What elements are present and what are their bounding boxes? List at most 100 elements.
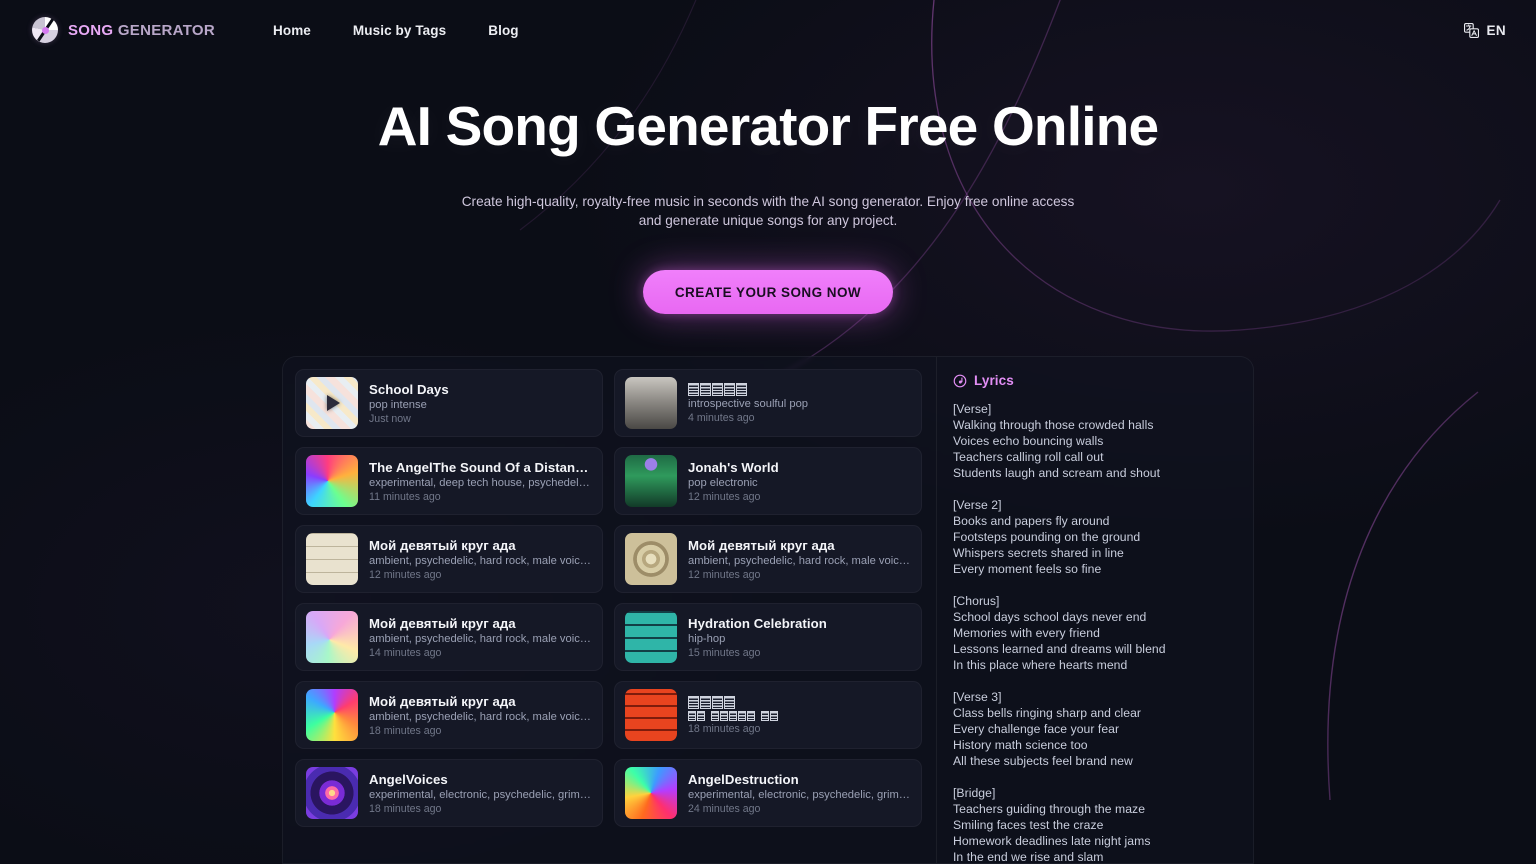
song-meta: School Days pop intense Just now [369,382,592,425]
play-icon [327,395,340,411]
song-title: AngelDestruction [688,771,799,787]
song-genre: introspective soulful pop [688,397,809,410]
song-meta: Мой девятый круг ада ambient, psychedelic… [369,616,592,659]
disc-note-icon [953,374,967,387]
song-card[interactable]: School Days pop intense Just now [295,369,603,437]
lyrics-heading: Lyrics [974,373,1014,388]
song-title: School Days [369,381,449,397]
song-timestamp: 12 minutes ago [688,568,761,581]
song-card[interactable]: Мой девятый круг ада ambient, psychedelic… [614,525,922,593]
missing-glyph-box [711,710,719,721]
song-card[interactable]: Hydration Celebration hip-hop 15 minutes a… [614,603,922,671]
song-card[interactable]: AngelDestruction experimental, electronic… [614,759,922,827]
song-thumbnail [306,611,358,663]
song-timestamp: 4 minutes ago [688,411,755,424]
song-title: Мой девятый круг ада [369,537,516,553]
song-meta: The AngelThe Sound Of a Distant… experime… [369,460,592,503]
song-thumbnail [306,455,358,507]
song-card[interactable]: The AngelThe Sound Of a Distant… experime… [295,447,603,515]
missing-glyph-box [720,710,728,721]
missing-glyph-box [770,710,778,721]
missing-glyph-box [697,710,705,721]
page-root: SONG GENERATOR Home Music by Tags Blog E… [0,0,1536,864]
song-genre: ambient, psychedelic, hard rock, male vo… [369,554,592,567]
song-thumbnail [625,455,677,507]
song-genre: pop electronic [688,476,758,489]
song-timestamp: 12 minutes ago [369,568,442,581]
song-genre [688,710,911,721]
song-card[interactable]: AngelVoices experimental, electronic, psy… [295,759,603,827]
song-card[interactable]: 18 minutes ago [614,681,922,749]
song-genre: experimental, electronic, psychedelic, g… [688,788,911,801]
song-meta: AngelDestruction experimental, electronic… [688,772,911,815]
missing-glyph-box [747,710,755,721]
song-title: The AngelThe Sound Of a Distant… [369,459,592,475]
song-timestamp: 12 minutes ago [688,490,761,503]
song-timestamp: 14 minutes ago [369,646,442,659]
missing-glyph-box [729,710,737,721]
song-thumbnail [625,767,677,819]
nav-item-music-by-tags[interactable]: Music by Tags [353,23,446,38]
lyrics-header: Lyrics [953,373,1237,388]
song-card[interactable]: Мой девятый круг ада ambient, psychedelic… [295,525,603,593]
language-selector[interactable]: EN [1464,23,1506,38]
missing-glyph-box [724,382,735,396]
missing-glyph-box [712,695,723,709]
hero-section: AI Song Generator Free Online Create hig… [0,60,1536,315]
song-card[interactable]: Мой девятый круг ада ambient, psychedelic… [295,603,603,671]
play-button-overlay[interactable] [306,377,358,429]
song-thumbnail [625,377,677,429]
song-genre: experimental, deep tech house, psychedel… [369,476,592,489]
nav-item-blog[interactable]: Blog [488,23,518,38]
song-thumbnail [625,533,677,585]
song-card[interactable]: Мой девятый круг ада ambient, psychedelic… [295,681,603,749]
song-thumbnail [625,611,677,663]
hero-subtitle: Create high-quality, royalty-free music … [461,193,1075,229]
song-genre: experimental, electronic, psychedelic, g… [369,788,592,801]
cta-wrapper: CREATE YOUR SONG NOW [0,270,1536,315]
songs-panel: School Days pop intense Just now The AngelT… [282,356,1254,864]
nav-item-home[interactable]: Home [273,23,311,38]
lyrics-panel: Lyrics [Verse] Walking through those cro… [937,357,1253,863]
song-timestamp: 18 minutes ago [369,724,442,737]
song-thumbnail [306,533,358,585]
brand-primary: SONG [68,21,114,39]
song-meta: Мой девятый круг ада ambient, psychedelic… [369,538,592,581]
missing-glyph-box [724,695,735,709]
song-meta: 18 minutes ago [688,695,911,735]
song-column-left: School Days pop intense Just now The AngelT… [295,369,603,863]
song-meta: Мой девятый круг ада ambient, psychedelic… [369,694,592,737]
missing-glyph-run [688,695,911,709]
song-timestamp: Just now [369,412,411,425]
song-thumbnail [625,689,677,741]
song-list: School Days pop intense Just now The AngelT… [283,357,937,863]
song-title: Мой девятый круг ада [369,615,516,631]
song-timestamp: 18 minutes ago [688,722,761,735]
song-title: Hydration Celebration [688,615,827,631]
song-thumbnail [306,689,358,741]
missing-glyph-run [688,710,911,721]
song-card[interactable]: introspective soulful pop 4 minutes ago [614,369,922,437]
nav-links: Home Music by Tags Blog [273,23,519,38]
page-title: AI Song Generator Free Online [377,95,1159,157]
missing-glyph-box [700,695,711,709]
create-song-button[interactable]: CREATE YOUR SONG NOW [642,270,894,315]
lyrics-text: [Verse] Walking through those crowded ha… [953,402,1166,863]
song-card[interactable]: Jonah's World pop electronic 12 minutes ag… [614,447,922,515]
song-meta: Jonah's World pop electronic 12 minutes ag… [688,460,911,503]
song-meta: introspective soulful pop 4 minutes ago [688,382,911,424]
song-timestamp: 24 minutes ago [688,802,761,815]
brand-wordmark: SONG GENERATOR [68,22,215,39]
missing-glyph-run [688,382,911,396]
song-meta: Мой девятый круг ада ambient, psychedelic… [688,538,911,581]
song-genre: hip-hop [688,632,726,645]
song-genre: pop intense [369,398,427,411]
language-label: EN [1486,22,1506,38]
vinyl-disc-icon [32,17,58,43]
brand-logo[interactable]: SONG GENERATOR [32,17,215,43]
top-navbar: SONG GENERATOR Home Music by Tags Blog E… [0,0,1536,60]
song-thumbnail [306,377,358,429]
song-genre: ambient, psychedelic, hard rock, male vo… [688,554,911,567]
song-timestamp: 15 minutes ago [688,646,761,659]
song-title: Мой девятый круг ада [369,693,516,709]
